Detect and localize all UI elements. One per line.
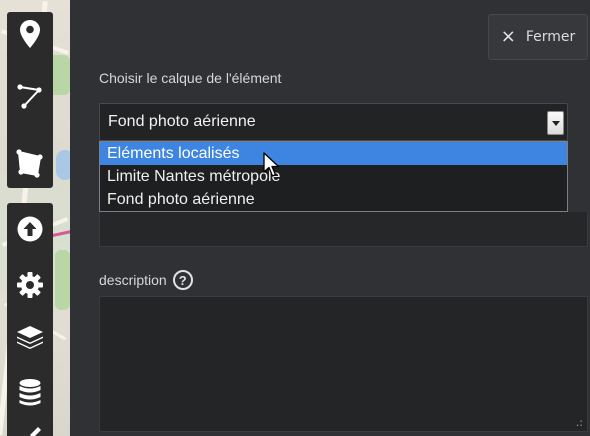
description-label: description ?: [99, 270, 193, 290]
draw-polygon-button[interactable]: [7, 144, 53, 184]
draw-line-button[interactable]: [7, 76, 53, 116]
settings-button[interactable]: [7, 265, 53, 305]
dropdown-option[interactable]: Eléments localisés: [100, 142, 567, 165]
drawing-toolbar: [7, 12, 53, 188]
mouse-cursor-icon: [263, 152, 280, 177]
chevron-down-icon[interactable]: [547, 111, 564, 135]
dropdown-option[interactable]: Limite Nantes métropole: [100, 165, 567, 188]
upload-icon: [17, 216, 43, 242]
layer-select-value: Fond photo aérienne: [108, 113, 256, 130]
database-icon: [19, 379, 41, 406]
polygon-icon: [16, 149, 43, 178]
help-icon[interactable]: ?: [172, 270, 193, 290]
description-label-text: description: [99, 272, 167, 288]
edit-panel: × Fermer Choisir le calque de l'élément …: [70, 0, 590, 436]
settings-icon: [17, 272, 43, 298]
marker-icon: [20, 20, 40, 48]
settings-toolbar: [7, 203, 53, 436]
layers-icon: [17, 326, 43, 349]
description-textarea[interactable]: .:: [99, 296, 588, 432]
close-label: Fermer: [525, 29, 576, 45]
name-input[interactable]: [99, 212, 588, 247]
resize-handle-icon[interactable]: .:: [576, 417, 583, 428]
upload-button[interactable]: [7, 209, 53, 249]
edit-button[interactable]: [7, 425, 53, 436]
data-button[interactable]: [7, 373, 53, 413]
layer-select-label: Choisir le calque de l'élément: [99, 70, 282, 86]
layer-dropdown: Eléments localisés Limite Nantes métropo…: [99, 141, 568, 212]
close-icon: ×: [500, 26, 516, 47]
pencil-icon: [30, 427, 41, 436]
layer-select[interactable]: Fond photo aérienne: [99, 103, 568, 141]
layers-button[interactable]: [7, 317, 53, 357]
add-marker-button[interactable]: [7, 14, 53, 54]
dropdown-option[interactable]: Fond photo aérienne: [100, 188, 567, 211]
polyline-icon: [17, 84, 42, 109]
close-button[interactable]: × Fermer: [488, 14, 588, 60]
